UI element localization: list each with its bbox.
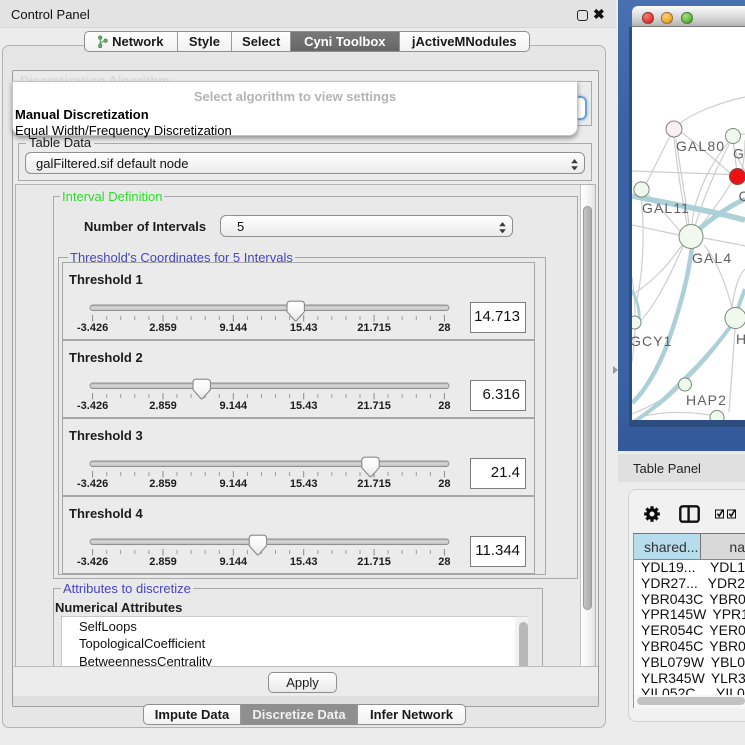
svg-text:GAL4: GAL4	[692, 250, 732, 266]
svg-text:GAL11: GAL11	[642, 200, 690, 216]
svg-text:C: C	[739, 188, 745, 204]
svg-text:GAL80: GAL80	[676, 138, 725, 154]
svg-text:HAP2: HAP2	[686, 392, 727, 408]
svg-text:GCY1: GCY1	[632, 333, 673, 349]
svg-text:H: H	[736, 331, 745, 347]
svg-text:GA: GA	[733, 146, 745, 162]
